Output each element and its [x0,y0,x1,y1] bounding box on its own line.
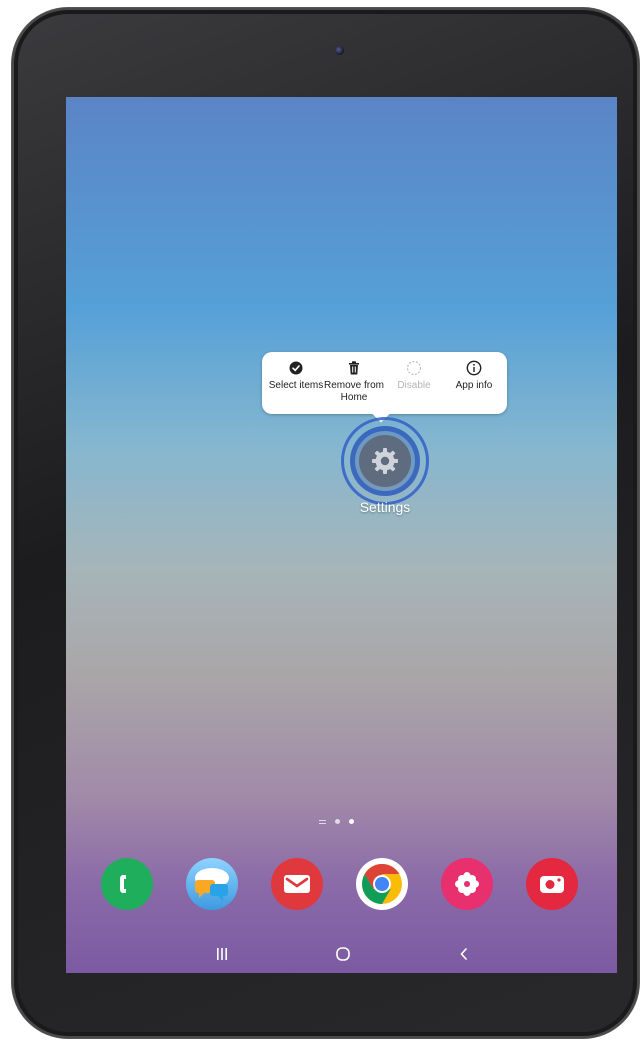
phone-icon [120,875,126,893]
disable-icon [384,360,444,376]
phone-app-icon[interactable] [101,858,153,910]
tablet-device: Select items Remove from Home Disable Ap… [12,8,639,1038]
remove-from-home-option[interactable]: Remove from Home [324,360,384,404]
info-icon [444,360,504,376]
settings-app-label: Settings [359,499,411,515]
camera-app-icon[interactable] [526,858,578,910]
app-info-label: App info [455,380,493,391]
remove-from-home-label: Remove from Home [324,380,385,403]
settings-app-icon[interactable] [359,435,411,487]
disable-label: Disable [397,380,431,391]
chrome-icon [362,864,402,904]
page-dot-3-active [349,819,354,824]
trash-icon [324,360,384,376]
select-items-label: Select items [268,380,324,391]
messages-app-icon[interactable] [186,858,238,910]
app-context-menu: Select items Remove from Home Disable Ap… [262,352,507,414]
chrome-app-icon[interactable] [356,858,408,910]
app-info-option[interactable]: App info [444,360,504,392]
select-items-option[interactable]: Select items [266,360,326,392]
gallery-app-icon[interactable] [441,858,493,910]
home-screen[interactable]: Select items Remove from Home Disable Ap… [66,97,617,973]
recents-icon [217,948,227,960]
home-icon [336,947,350,961]
flower-icon [455,872,479,896]
home-button[interactable] [331,942,355,966]
check-circle-icon [266,360,326,376]
back-icon [460,948,467,960]
email-app-icon[interactable] [271,858,323,910]
front-camera [335,46,344,55]
recents-button[interactable] [210,942,234,966]
page-dot-1 [319,820,326,821]
back-button[interactable] [452,942,476,966]
disable-option: Disable [384,360,444,392]
gear-icon [372,448,398,474]
page-dot-2 [335,819,340,824]
camera-icon [540,876,564,893]
chat-bubbles-icon [195,868,229,901]
envelope-icon [284,875,310,893]
